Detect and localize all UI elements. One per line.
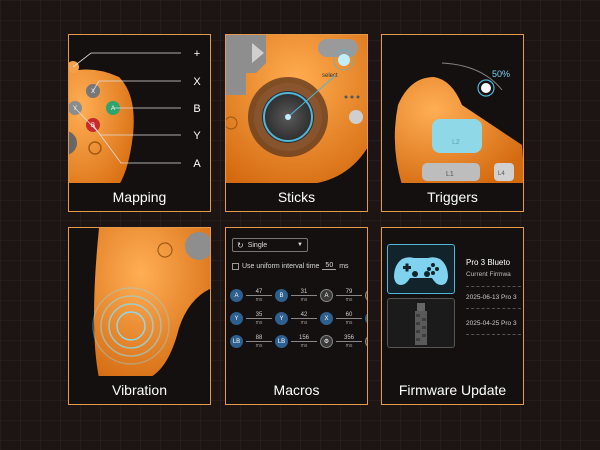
loop-icon: ↻: [237, 240, 244, 250]
macro-button[interactable]: A: [320, 289, 333, 302]
l1-label: L1: [446, 171, 454, 178]
mapping-card[interactable]: + X B Y A X Y A B Mapping: [68, 34, 211, 212]
l4-label: L4: [498, 171, 505, 177]
firmware-entry[interactable]: 2025-06-13 Pro 3: [466, 294, 517, 301]
firmware-card[interactable]: Pro 3 Blueto Current Firmwa 2025-06-13 P…: [381, 227, 524, 405]
macro-delay[interactable]: 60 ms: [336, 312, 362, 326]
x-button-letter: X: [91, 89, 95, 95]
vibration-card[interactable]: Vibration: [68, 227, 211, 405]
macro-mode-value: Single: [247, 241, 268, 249]
card-label-vibration: Vibration: [69, 376, 210, 404]
macro-button[interactable]: Y: [230, 312, 243, 325]
macro-delay[interactable]: 156 ms: [291, 335, 317, 349]
uniform-interval-label: Use uniform interval time: [242, 262, 320, 270]
macro-delay[interactable]: 47 ms: [246, 289, 272, 303]
macro-button[interactable]: Y: [365, 312, 367, 325]
macro-step-row: LB 88ms LB 156ms ⚙ 356ms ⚙: [230, 330, 367, 353]
map-label-a: A: [193, 158, 201, 170]
macro-delay[interactable]: 31 ms: [291, 289, 317, 303]
map-label-y: Y: [193, 130, 201, 142]
round-button-shape: [349, 110, 363, 124]
card-label-macros: Macros: [226, 376, 367, 404]
macro-delay[interactable]: 35 ms: [246, 312, 272, 326]
card-label-firmware-update: Firmware Update: [382, 376, 523, 404]
macro-button[interactable]: Y: [275, 312, 288, 325]
macros-card[interactable]: ↻ Single ▼ Use uniform interval time 50 …: [225, 227, 368, 405]
current-firmware-label: Current Firmwa: [466, 271, 511, 278]
usb-dongle-icon: [415, 303, 427, 345]
firmware-entry[interactable]: 2025-04-25 Pro 3: [466, 320, 517, 327]
l2-trigger-shape: [432, 119, 482, 153]
macro-button[interactable]: B: [275, 289, 288, 302]
uniform-interval-checkbox[interactable]: [232, 262, 239, 270]
firmware-panel: Pro 3 Blueto Current Firmwa 2025-06-13 P…: [382, 228, 523, 378]
card-label-mapping: Mapping: [69, 183, 210, 211]
glow-point-icon: [338, 54, 350, 66]
trigger-level-knob-icon: [481, 83, 491, 93]
l2-label: L2: [452, 139, 460, 146]
gear-icon[interactable]: ⚙: [365, 335, 367, 348]
a-button-letter: A: [111, 106, 115, 112]
device-title: Pro 3 Blueto: [466, 258, 511, 267]
macro-delay[interactable]: 88 ms: [246, 335, 272, 349]
triggers-illustration: 50% L2 L1 L4: [382, 35, 523, 185]
card-label-triggers: Triggers: [382, 183, 523, 211]
uniform-interval-row: Use uniform interval time 50 ms: [232, 262, 349, 270]
b-button-letter: B: [91, 123, 95, 129]
map-label-b: B: [193, 103, 200, 115]
mapping-illustration: + X B Y A X Y A B: [69, 35, 210, 185]
uniform-interval-unit: ms: [339, 262, 349, 270]
sticks-card[interactable]: select Sticks: [225, 34, 368, 212]
macro-button[interactable]: B: [365, 289, 367, 302]
vibration-illustration: [69, 228, 210, 378]
macro-steps: A 47ms B 31ms A 79ms B Y 35ms Y 42ms X 6…: [230, 284, 367, 353]
gear-icon[interactable]: ⚙: [320, 335, 333, 348]
trigger-percent: 50%: [492, 69, 510, 79]
macro-step-row: Y 35ms Y 42ms X 60ms Y: [230, 307, 367, 330]
macros-panel: ↻ Single ▼ Use uniform interval time 50 …: [226, 228, 367, 378]
macro-delay[interactable]: 42 ms: [291, 312, 317, 326]
uniform-interval-input[interactable]: 50: [322, 262, 337, 270]
y-button-letter: Y: [73, 106, 77, 112]
map-label-plus: +: [194, 48, 200, 60]
triggers-card[interactable]: 50% L2 L1 L4 Triggers: [381, 34, 524, 212]
sticks-illustration: select: [226, 35, 367, 185]
macro-button[interactable]: LB: [230, 335, 243, 348]
macro-delay[interactable]: 356 ms: [336, 335, 362, 349]
macro-mode-select[interactable]: ↻ Single ▼: [232, 238, 308, 252]
gamepad-icon: [394, 257, 448, 285]
macro-button[interactable]: X: [320, 312, 333, 325]
macro-delay[interactable]: 79 ms: [336, 289, 362, 303]
macro-button[interactable]: LB: [275, 335, 288, 348]
card-label-sticks: Sticks: [226, 183, 367, 211]
chevron-down-icon: ▼: [297, 242, 303, 248]
macro-button[interactable]: A: [230, 289, 243, 302]
map-label-x: X: [193, 76, 201, 88]
controller-device-tile[interactable]: [387, 244, 455, 294]
receiver-device-tile[interactable]: [387, 298, 455, 348]
macro-step-row: A 47ms B 31ms A 79ms B: [230, 284, 367, 307]
